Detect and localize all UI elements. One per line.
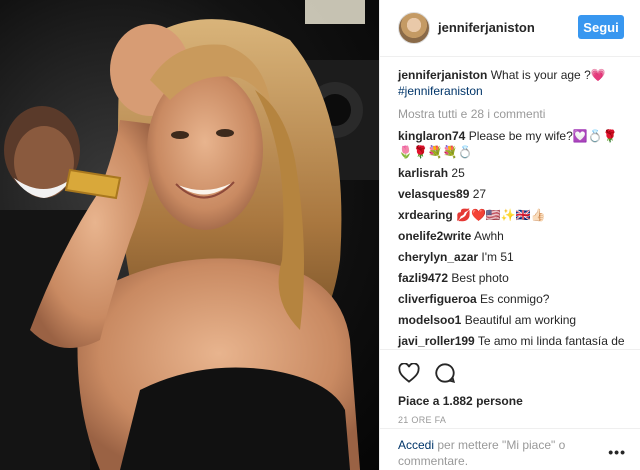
list-item: onelife2write Awhh	[398, 228, 629, 244]
more-options-icon[interactable]: •••	[608, 444, 626, 460]
list-item: xrdearing 💋❤️🇺🇸✨🇬🇧👍🏻	[398, 207, 629, 223]
comment-username[interactable]: karlisrah	[398, 166, 448, 180]
comment-username[interactable]: cherylyn_azar	[398, 250, 478, 264]
list-item: velasques89 27	[398, 186, 629, 202]
heart-icon[interactable]	[398, 363, 420, 383]
comment-username[interactable]: javi_roller199	[398, 334, 475, 348]
comment-text: I'm 51	[481, 250, 514, 264]
author-username[interactable]: jenniferjaniston	[438, 20, 535, 35]
post-sidebar: jenniferjaniston Segui jenniferjaniston …	[379, 0, 640, 470]
comment-username[interactable]: cliverfigueroa	[398, 292, 477, 306]
list-item: cliverfigueroa Es conmigo?	[398, 291, 629, 307]
avatar[interactable]	[398, 12, 430, 44]
post-actions: Piace a 1.882 persone 21 ORE FA	[380, 349, 640, 429]
comment-text: Es conmigo?	[480, 292, 550, 306]
caption-hashtag[interactable]: #jenniferaniston	[398, 84, 483, 98]
list-item: fazli9472 Best photo	[398, 270, 629, 286]
photo-illustration	[0, 0, 379, 470]
comment-icon[interactable]	[434, 362, 456, 384]
login-link[interactable]: Accedi	[398, 438, 434, 452]
view-all-comments-link[interactable]: Mostra tutti e 28 i commenti	[398, 107, 629, 121]
post-photo[interactable]	[0, 0, 379, 470]
comment-text: 💋❤️🇺🇸✨🇬🇧👍🏻	[456, 208, 546, 222]
comments-list[interactable]: jenniferjaniston What is your age ?💗 #je…	[380, 57, 640, 349]
list-item: javi_roller199 Te amo mi linda fantasía …	[398, 333, 629, 349]
caption-text: What is your age ?💗	[490, 68, 606, 82]
caption-username[interactable]: jenniferjaniston	[398, 68, 487, 82]
comment-text: Beautiful am working	[464, 313, 577, 327]
comment-username[interactable]: onelife2write	[398, 229, 471, 243]
list-item: cherylyn_azar I'm 51	[398, 249, 629, 265]
post-timestamp: 21 ORE FA	[398, 415, 447, 425]
comment-text: 25	[451, 166, 465, 180]
list-item: kinglaron74 Please be my wife?💟💍🌹🌷🌹💐💐💍	[398, 128, 629, 160]
comment-text: Best photo	[451, 271, 509, 285]
action-icons	[398, 360, 623, 386]
list-item: karlisrah 25	[398, 165, 629, 181]
comment-username[interactable]: kinglaron74	[398, 129, 465, 143]
comment-username[interactable]: modelsoo1	[398, 313, 461, 327]
login-prompt: Accedi per mettere "Mi piace" o commenta…	[380, 428, 640, 470]
comment-text: 27	[472, 187, 487, 201]
comment-username[interactable]: xrdearing	[398, 208, 453, 222]
list-item: modelsoo1 Beautiful am working	[398, 312, 629, 328]
post-header: jenniferjaniston Segui	[380, 0, 640, 57]
comment-username[interactable]: velasques89	[398, 187, 469, 201]
follow-button[interactable]: Segui	[578, 15, 624, 39]
comment-text: Awhh	[474, 229, 504, 243]
comment-username[interactable]: fazli9472	[398, 271, 448, 285]
post-caption: jenniferjaniston What is your age ?💗 #je…	[398, 67, 629, 99]
likes-count[interactable]: Piace a 1.882 persone	[398, 394, 623, 408]
